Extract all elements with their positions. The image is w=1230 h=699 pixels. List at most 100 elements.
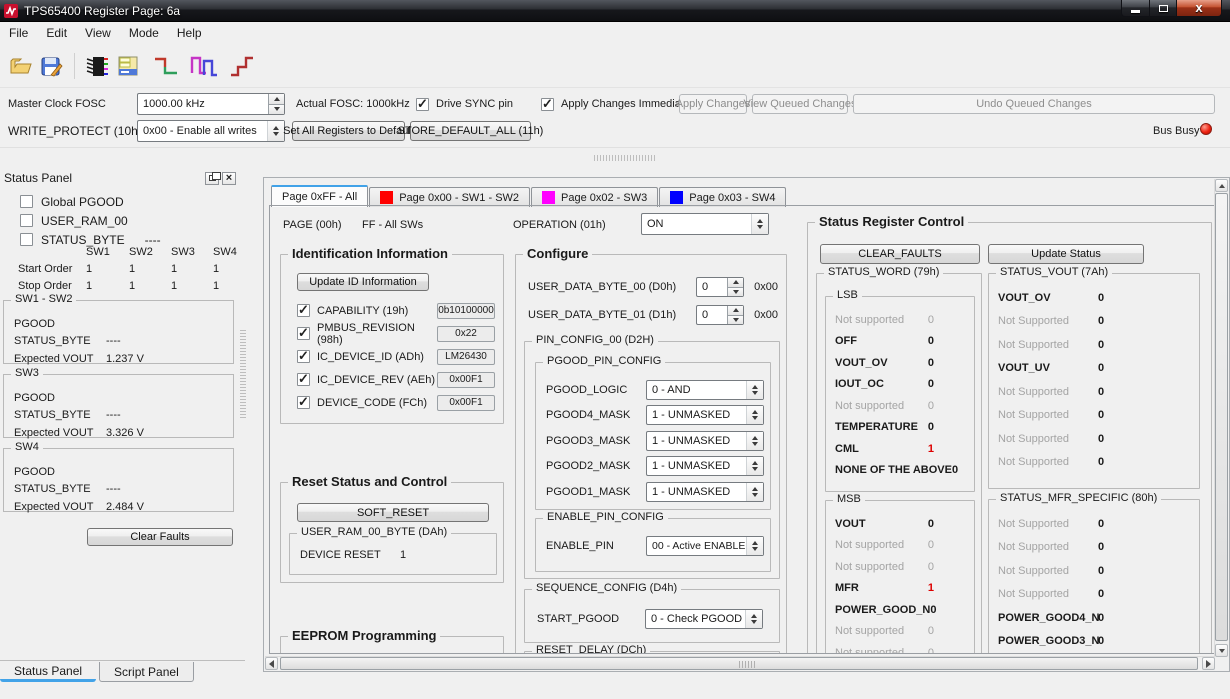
step-down-wave-icon[interactable] xyxy=(151,51,181,81)
checkbox-icon[interactable] xyxy=(541,96,554,112)
page-tab[interactable]: Page 0x03 - SW4 xyxy=(659,187,787,207)
scroll-down-icon[interactable] xyxy=(1215,644,1228,657)
vertical-splitter-handle[interactable] xyxy=(240,330,246,418)
register-value-field[interactable]: 0x00F1 xyxy=(437,394,495,411)
horizontal-scrollbar[interactable] xyxy=(265,656,1215,670)
enable-pin-dropdown[interactable]: 00 - Active ENABLE xyxy=(646,536,764,556)
scroll-left-icon[interactable] xyxy=(265,657,278,670)
register-value-field[interactable]: 0x22 xyxy=(437,325,495,342)
checkbox-icon[interactable] xyxy=(20,233,33,246)
scroll-right-icon[interactable] xyxy=(1202,657,1215,670)
update-id-information-button[interactable]: Update ID Information xyxy=(297,273,429,291)
checkbox-icon[interactable] xyxy=(20,214,33,227)
start-pgood-dropdown[interactable]: 0 - Check PGOOD xyxy=(645,609,763,629)
horizontal-scroll-thumb[interactable] xyxy=(280,657,1198,670)
pgood-config-dropdown[interactable]: 1 - UNMASKED xyxy=(646,481,764,502)
enable-pin-config-group: ENABLE_PIN_CONFIG ENABLE_PIN 00 - Active… xyxy=(535,511,771,572)
vertical-scroll-thumb[interactable] xyxy=(1215,193,1228,641)
apply-changes-button[interactable]: Apply Changes xyxy=(676,94,750,114)
pgood-config-dropdown[interactable]: 1 - UNMASKED xyxy=(646,430,764,451)
status-bit-row: Not supported 0 xyxy=(826,309,974,331)
spin-down-icon[interactable] xyxy=(727,314,743,324)
status-bit-label: IOUT_OC xyxy=(835,378,884,391)
step-up-wave-icon[interactable] xyxy=(227,51,257,81)
set-all-registers-default-button[interactable]: Set All Registers to Default xyxy=(283,121,414,141)
scroll-up-icon[interactable] xyxy=(1215,179,1228,192)
checkbox-icon[interactable] xyxy=(416,96,429,112)
measure-values-icon[interactable] xyxy=(113,51,143,81)
status-checkbox-row[interactable]: USER_RAM_00 xyxy=(20,211,161,230)
status-bit-value: 0 xyxy=(1098,362,1105,375)
vertical-scrollbar[interactable] xyxy=(1214,179,1228,657)
spin-down-icon[interactable] xyxy=(727,286,743,296)
view-queued-changes-button[interactable]: View Queued Changes xyxy=(744,94,856,114)
horizontal-splitter-handle[interactable] xyxy=(594,155,656,161)
menu-item[interactable]: Edit xyxy=(37,23,76,44)
checkbox-icon[interactable] xyxy=(297,371,310,387)
status-bit-value: 0 xyxy=(1098,338,1105,351)
undo-queued-changes-button[interactable]: Undo Queued Changes xyxy=(853,94,1215,114)
status-bit-label: VOUT_OV xyxy=(998,291,1051,304)
save-file-icon[interactable] xyxy=(36,51,66,81)
menu-item[interactable]: View xyxy=(76,23,120,44)
status-bit-row: Not Supported 0 xyxy=(989,310,1199,334)
close-panel-icon[interactable]: × xyxy=(222,171,236,185)
page-tab[interactable]: Page 0xFF - All xyxy=(271,185,369,207)
status-bit-label: Not Supported xyxy=(998,456,1069,469)
master-clock-spinbox[interactable]: 1000.00 kHz xyxy=(137,93,285,115)
float-panel-icon[interactable] xyxy=(205,171,221,185)
page-color-swatch xyxy=(670,191,684,204)
status-bit-value: 1 xyxy=(927,442,934,455)
square-wave-icon[interactable] xyxy=(189,51,219,81)
spin-up-icon[interactable] xyxy=(268,94,284,104)
status-bit-value: 0 xyxy=(927,356,934,369)
dock-tab[interactable]: Script Panel xyxy=(99,662,194,682)
register-value-field[interactable]: 0b10100000 xyxy=(437,302,495,319)
menu-item[interactable]: Help xyxy=(168,23,211,44)
pgood-config-dropdown[interactable]: 0 - AND xyxy=(646,379,764,400)
status-bit-label: Not Supported xyxy=(998,385,1069,398)
checkbox-icon[interactable] xyxy=(297,394,310,410)
checkbox-icon[interactable] xyxy=(297,325,310,341)
identification-rows: CAPABILITY (19h) 0b10100000 PMBUS_REVISI… xyxy=(297,299,495,414)
register-value-field[interactable]: 0x00F1 xyxy=(437,371,495,388)
operation-dropdown[interactable]: ON xyxy=(641,213,769,235)
open-file-icon[interactable] xyxy=(6,51,36,81)
status-bit-label: VOUT xyxy=(835,517,866,530)
spin-up-icon[interactable] xyxy=(727,306,743,315)
pgood-config-dropdown[interactable]: 1 - UNMASKED xyxy=(646,405,764,426)
dock-tab[interactable]: Status Panel xyxy=(0,662,97,682)
drive-sync-checkbox[interactable]: Drive SYNC pin xyxy=(416,96,513,112)
user-data-spinbox[interactable]: 0 xyxy=(696,305,744,325)
minimize-button[interactable] xyxy=(1121,0,1150,17)
user-data-spinbox[interactable]: 0 xyxy=(696,277,744,297)
spin-down-icon[interactable] xyxy=(268,103,284,114)
update-status-button[interactable]: Update Status xyxy=(988,244,1144,264)
status-bit-value: 0 xyxy=(927,335,934,348)
clear-faults-button[interactable]: Clear Faults xyxy=(87,528,233,546)
page-tab[interactable]: Page 0x02 - SW3 xyxy=(531,187,659,207)
checkbox-icon[interactable] xyxy=(297,348,310,364)
cell: 1 xyxy=(129,280,136,292)
pgood-config-dropdown[interactable]: 1 - UNMASKED xyxy=(646,456,764,477)
soft-reset-button[interactable]: SOFT_RESET xyxy=(297,503,489,522)
apply-immediately-checkbox[interactable]: Apply Changes Immediately xyxy=(541,96,698,112)
status-bit-value: 0 xyxy=(1098,385,1105,398)
status-bit-value: 0 xyxy=(1098,315,1105,328)
close-button[interactable]: x xyxy=(1177,0,1222,17)
order-table: SW1 SW2 SW3 SW4 Start Order 1 1 1 1 Stop… xyxy=(18,246,255,292)
spin-up-icon[interactable] xyxy=(727,278,743,287)
maximize-button[interactable] xyxy=(1150,0,1177,17)
status-checkbox-row[interactable]: Global PGOOD xyxy=(20,192,161,211)
menu-item[interactable]: File xyxy=(0,23,37,44)
checkbox-icon[interactable] xyxy=(20,195,33,208)
checkbox-icon[interactable] xyxy=(297,302,310,318)
device-chip-icon[interactable] xyxy=(83,51,113,81)
write-protect-dropdown[interactable]: 0x00 - Enable all writes xyxy=(137,120,285,142)
clear-faults-register-button[interactable]: CLEAR_FAULTS xyxy=(820,244,980,264)
menu-item[interactable]: Mode xyxy=(120,23,168,44)
store-default-all-button[interactable]: STORE_DEFAULT_ALL (11h) xyxy=(398,121,543,141)
status-panel-title: Status Panel xyxy=(4,171,73,185)
register-value-field[interactable]: LM26430 xyxy=(437,348,495,365)
page-tab[interactable]: Page 0x00 - SW1 - SW2 xyxy=(369,187,531,207)
